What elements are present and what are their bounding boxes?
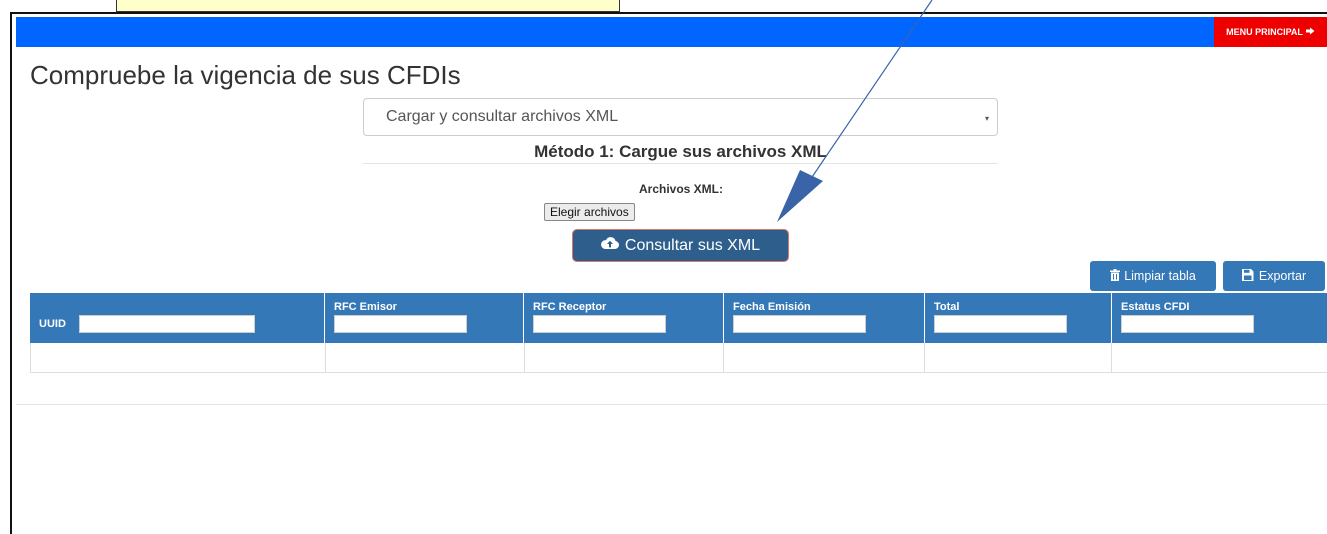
page-title: Compruebe la vigencia de sus CFDIs — [30, 60, 461, 90]
method-select-value: Cargar y consultar archivos XML — [386, 108, 619, 125]
export-label: Exportar — [1258, 269, 1307, 283]
consult-xml-button[interactable]: Consultar sus XML — [572, 229, 789, 262]
clear-table-button[interactable]: Limpiar tabla — [1090, 261, 1216, 291]
estatus-cfdi-filter-input[interactable] — [1121, 315, 1254, 333]
cloud-upload-icon — [600, 236, 619, 255]
column-fecha-emision: Fecha Emisión — [724, 293, 925, 343]
column-label-rfc-receptor: RFC Receptor — [533, 301, 607, 313]
column-label-fecha-emision: Fecha Emisión — [733, 301, 811, 313]
table-cell — [31, 343, 326, 372]
table-cell — [724, 343, 926, 372]
table-cell — [1112, 343, 1327, 372]
column-label-rfc-emisor: RFC Emisor — [334, 301, 397, 313]
trash-icon — [1110, 268, 1121, 284]
column-rfc-receptor: RFC Receptor — [524, 293, 724, 343]
table-header: UUID RFC Emisor RFC Receptor Fecha Emisi… — [30, 293, 1327, 343]
column-label-estatus-cfdi: Estatus CFDI — [1121, 301, 1190, 313]
section-divider — [363, 163, 998, 164]
save-icon — [1241, 268, 1255, 284]
table-cell — [525, 343, 725, 372]
annotation-callout-box — [116, 0, 620, 12]
sign-out-icon — [1305, 27, 1315, 37]
method-select[interactable]: Cargar y consultar archivos XML ▾ — [363, 98, 998, 136]
table-cell — [326, 343, 525, 372]
footer-divider — [16, 404, 1327, 405]
column-label-total: Total — [934, 301, 960, 313]
choose-files-button[interactable]: Elegir archivos — [544, 203, 635, 221]
chevron-down-icon: ▾ — [984, 114, 989, 123]
clear-table-label: Limpiar tabla — [1124, 269, 1196, 283]
column-uuid: UUID — [30, 293, 325, 343]
uuid-filter-input[interactable] — [79, 315, 255, 333]
export-button[interactable]: Exportar — [1223, 261, 1325, 291]
table-cell — [925, 343, 1113, 372]
column-label-uuid: UUID — [39, 318, 66, 330]
rfc-receptor-filter-input[interactable] — [533, 315, 666, 333]
xml-files-label: Archivos XML: — [638, 182, 723, 196]
column-total: Total — [925, 293, 1112, 343]
cfdi-table: UUID RFC Emisor RFC Receptor Fecha Emisi… — [30, 293, 1327, 373]
column-estatus-cfdi: Estatus CFDI — [1112, 293, 1327, 343]
fecha-emision-filter-input[interactable] — [733, 315, 866, 333]
total-filter-input[interactable] — [934, 315, 1067, 333]
table-row — [30, 343, 1327, 373]
column-rfc-emisor: RFC Emisor — [325, 293, 524, 343]
method-heading: Método 1: Cargue sus archivos XML — [534, 142, 827, 161]
top-navbar: MENU PRINCIPAL — [16, 17, 1327, 47]
menu-principal-button[interactable]: MENU PRINCIPAL — [1214, 17, 1327, 47]
rfc-emisor-filter-input[interactable] — [334, 315, 467, 333]
consult-xml-label: Consultar sus XML — [624, 236, 761, 254]
menu-principal-label: MENU PRINCIPAL — [1226, 27, 1303, 37]
